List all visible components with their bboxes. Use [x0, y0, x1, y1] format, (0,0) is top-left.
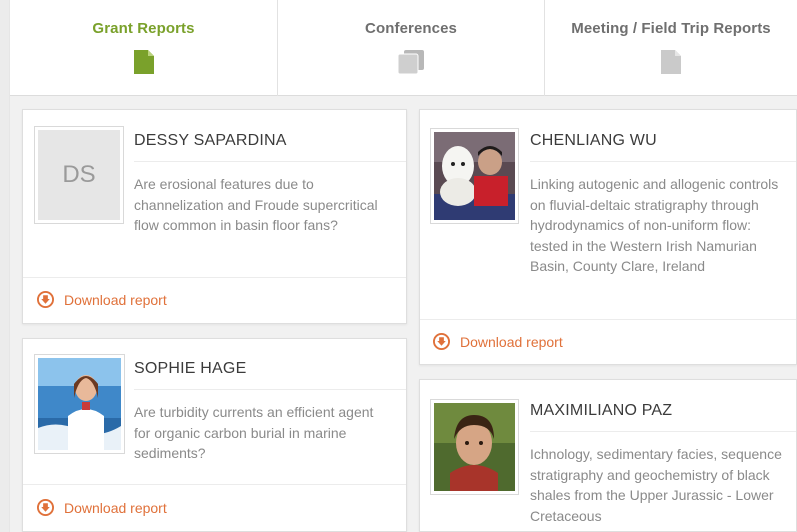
avatar: DS: [34, 126, 124, 224]
report-abstract: Linking autogenic and allogenic controls…: [530, 176, 779, 274]
tab-label: Grant Reports: [92, 20, 195, 37]
divider: [23, 277, 406, 278]
tab-grant-reports[interactable]: Grant Reports: [10, 0, 278, 96]
tab-label: Conferences: [365, 20, 457, 37]
divider: [23, 484, 406, 485]
download-circle-icon: [433, 333, 450, 350]
report-abstract: Are erosional features due to channeliza…: [134, 176, 378, 233]
avatar: [430, 399, 519, 495]
person-photo-icon: [434, 132, 515, 220]
divider: [134, 389, 406, 390]
tab-meeting-field-trip-reports[interactable]: Meeting / Field Trip Reports: [545, 0, 797, 96]
document-icon: [133, 50, 154, 74]
left-edge-strip: [0, 0, 10, 532]
report-card: CHENLIANG WU Linking autogenic and allog…: [419, 109, 797, 365]
person-name: DESSY SAPARDINA: [134, 132, 287, 149]
download-report-link[interactable]: Download report: [433, 333, 563, 350]
avatar-photo: [434, 132, 515, 220]
download-report-link[interactable]: Download report: [37, 291, 167, 308]
person-photo-icon: [38, 358, 121, 450]
avatar-initials: DS: [38, 130, 120, 220]
avatar-photo: [434, 403, 515, 491]
download-circle-icon: [37, 291, 54, 308]
avatar: [34, 354, 125, 454]
person-name: CHENLIANG WU: [530, 132, 657, 149]
documents-stack-icon: [398, 50, 424, 74]
divider: [420, 319, 796, 320]
download-report-link[interactable]: Download report: [37, 499, 167, 516]
divider: [134, 161, 406, 162]
avatar-photo: [38, 358, 121, 450]
report-abstract: Ichnology, sedimentary facies, sequence …: [530, 446, 782, 524]
divider: [530, 431, 796, 432]
download-label: Download report: [460, 333, 563, 350]
download-label: Download report: [64, 499, 167, 516]
report-card: SOPHIE HAGE Are turbidity currents an ef…: [22, 338, 407, 532]
avatar: [430, 128, 519, 224]
report-abstract: Are turbidity currents an efficient agen…: [134, 404, 374, 461]
report-card: MAXIMILIANO PAZ Ichnology, sedimentary f…: [419, 379, 797, 532]
report-tabs: Grant Reports Conferences Meeting / Fiel…: [10, 0, 797, 96]
tab-label: Meeting / Field Trip Reports: [571, 20, 771, 37]
download-circle-icon: [37, 499, 54, 516]
download-label: Download report: [64, 291, 167, 308]
tab-conferences[interactable]: Conferences: [278, 0, 545, 96]
document-icon: [661, 50, 681, 74]
person-name: SOPHIE HAGE: [134, 360, 247, 377]
divider: [530, 161, 796, 162]
person-photo-icon: [434, 403, 515, 491]
report-card: DS DESSY SAPARDINA Are erosional feature…: [22, 109, 407, 324]
person-name: MAXIMILIANO PAZ: [530, 402, 673, 419]
